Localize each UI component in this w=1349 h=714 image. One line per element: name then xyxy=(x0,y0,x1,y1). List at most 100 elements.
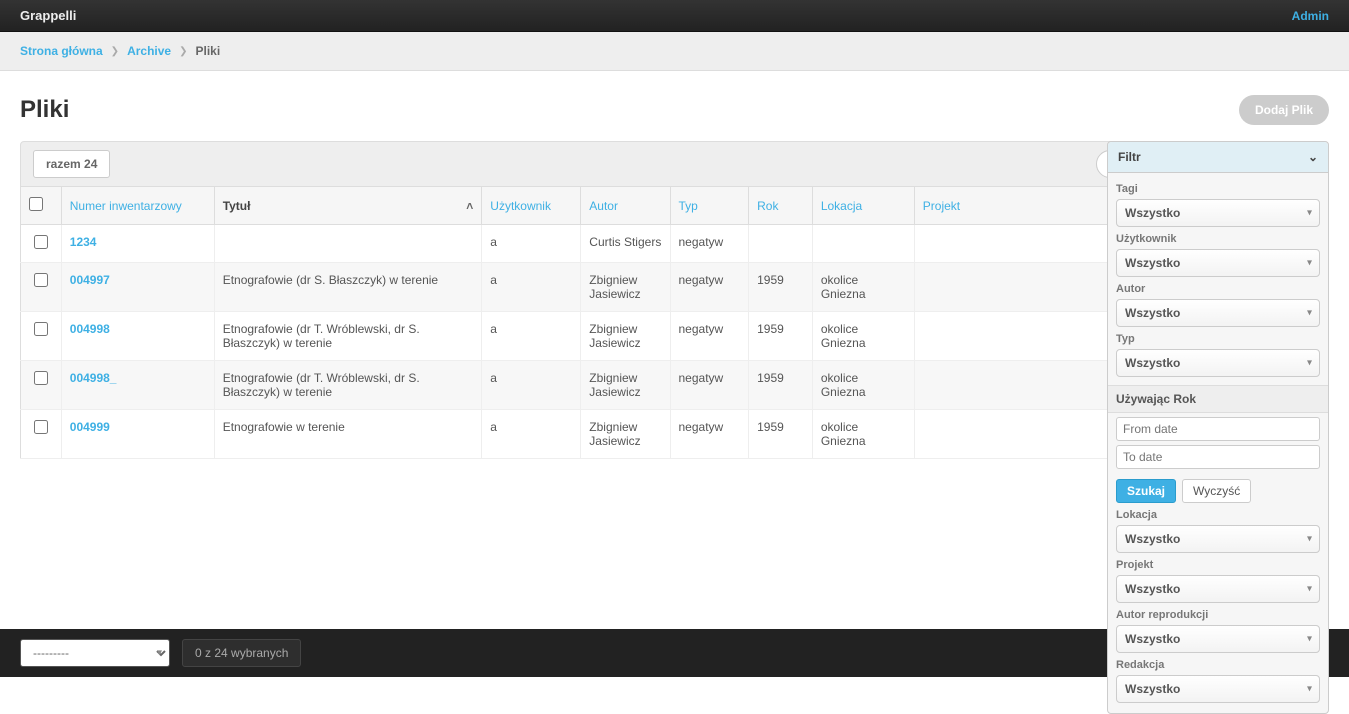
cell-author: Zbigniew Jasiewicz xyxy=(581,410,670,459)
col-typ[interactable]: Typ xyxy=(670,187,749,225)
row-checkbox-cell xyxy=(21,263,62,312)
cell-user: a xyxy=(482,312,581,361)
filter-panel: Filtr ⌄ Tagi Wszystko▾ Użytkownik Wszyst… xyxy=(1107,141,1329,714)
row-checkbox-cell xyxy=(21,312,62,361)
cell-typ: negatyw xyxy=(670,361,749,410)
cell-author: Curtis Stigers xyxy=(581,225,670,263)
cell-title xyxy=(214,225,482,263)
cell-lokacja xyxy=(812,225,914,263)
row-checkbox-cell xyxy=(21,225,62,263)
col-uzytkownik[interactable]: Użytkownik xyxy=(482,187,581,225)
cell-typ: negatyw xyxy=(670,410,749,459)
cell-author: Zbigniew Jasiewicz xyxy=(581,312,670,361)
select-all-header xyxy=(21,187,62,225)
filter-autor-select[interactable]: Wszystko xyxy=(1116,299,1320,327)
page-title: Pliki xyxy=(20,96,69,124)
admin-link[interactable]: Admin xyxy=(1292,9,1329,23)
filter-label-autor-reprodukcji: Autor reprodukcji xyxy=(1116,609,1320,621)
filter-to-date-input[interactable] xyxy=(1116,445,1320,469)
selection-status: 0 z 24 wybranych xyxy=(182,639,301,667)
cell-typ: negatyw xyxy=(670,225,749,263)
select-all-checkbox[interactable] xyxy=(29,197,43,211)
filter-from-date-input[interactable] xyxy=(1116,417,1320,441)
filter-redakcja-select[interactable]: Wszystko xyxy=(1116,675,1320,703)
inv-link[interactable]: 004997 xyxy=(70,273,110,287)
page-header: Pliki Dodaj Plik xyxy=(0,71,1349,141)
filter-projekt-select[interactable]: Wszystko xyxy=(1116,575,1320,603)
row-checkbox[interactable] xyxy=(34,273,48,287)
cell-inv: 004998_ xyxy=(61,361,214,410)
filter-label-uzytkownik: Użytkownik xyxy=(1116,233,1320,245)
filter-label-projekt: Projekt xyxy=(1116,559,1320,571)
breadcrumb: Strona główna ❯ Archive ❯ Pliki xyxy=(0,32,1349,71)
filter-clear-button[interactable]: Wyczyść xyxy=(1182,479,1251,503)
row-checkbox[interactable] xyxy=(34,322,48,336)
cell-rok: 1959 xyxy=(749,263,813,312)
cell-inv: 004998 xyxy=(61,312,214,361)
filter-typ-select[interactable]: Wszystko xyxy=(1116,349,1320,377)
col-tytul[interactable]: Tytuł˄ xyxy=(214,187,482,225)
cell-user: a xyxy=(482,263,581,312)
filter-uzytkownik-select[interactable]: Wszystko xyxy=(1116,249,1320,277)
cell-lokacja: okolice Gniezna xyxy=(812,361,914,410)
row-checkbox-cell xyxy=(21,361,62,410)
cell-inv: 1234 xyxy=(61,225,214,263)
cell-projekt xyxy=(914,410,1118,459)
filter-section-rok: Używając Rok xyxy=(1108,385,1328,413)
cell-lokacja: okolice Gniezna xyxy=(812,263,914,312)
filter-autor-repr-select[interactable]: Wszystko xyxy=(1116,625,1320,653)
cell-inv: 004999 xyxy=(61,410,214,459)
col-rok[interactable]: Rok xyxy=(749,187,813,225)
cell-user: a xyxy=(482,410,581,459)
row-checkbox-cell xyxy=(21,410,62,459)
filter-label-autor: Autor xyxy=(1116,283,1320,295)
filter-label-typ: Typ xyxy=(1116,333,1320,345)
col-autor[interactable]: Autor xyxy=(581,187,670,225)
topbar: Grappelli Admin xyxy=(0,0,1349,32)
inv-link[interactable]: 004998_ xyxy=(70,371,117,385)
filter-search-button[interactable]: Szukaj xyxy=(1116,479,1176,503)
bulk-action-select[interactable]: --------- xyxy=(20,639,170,667)
cell-typ: negatyw xyxy=(670,263,749,312)
breadcrumb-home[interactable]: Strona główna xyxy=(20,44,103,58)
inv-link[interactable]: 004999 xyxy=(70,420,110,434)
col-lokacja[interactable]: Lokacja xyxy=(812,187,914,225)
cell-author: Zbigniew Jasiewicz xyxy=(581,263,670,312)
cell-title: Etnografowie (dr T. Wróblewski, dr S. Bł… xyxy=(214,361,482,410)
filter-label-redakcja: Redakcja xyxy=(1116,659,1320,671)
filter-label-lokacja: Lokacja xyxy=(1116,509,1320,521)
cell-rok: 1959 xyxy=(749,361,813,410)
cell-inv: 004997 xyxy=(61,263,214,312)
add-file-button[interactable]: Dodaj Plik xyxy=(1239,95,1329,125)
brand-title: Grappelli xyxy=(20,8,76,23)
filter-lokacja-select[interactable]: Wszystko xyxy=(1116,525,1320,553)
filter-header[interactable]: Filtr ⌄ xyxy=(1108,142,1328,173)
filter-title: Filtr xyxy=(1118,150,1141,164)
cell-projekt xyxy=(914,225,1118,263)
cell-user: a xyxy=(482,225,581,263)
cell-rok: 1959 xyxy=(749,410,813,459)
chevron-down-icon: ⌄ xyxy=(1308,150,1318,164)
col-numer-inwentarzowy[interactable]: Numer inwentarzowy xyxy=(61,187,214,225)
total-count: razem 24 xyxy=(33,150,110,178)
col-projekt[interactable]: Projekt xyxy=(914,187,1118,225)
cell-rok xyxy=(749,225,813,263)
cell-title: Etnografowie w terenie xyxy=(214,410,482,459)
filter-tagi-select[interactable]: Wszystko xyxy=(1116,199,1320,227)
cell-lokacja: okolice Gniezna xyxy=(812,312,914,361)
row-checkbox[interactable] xyxy=(34,371,48,385)
chevron-right-icon: ❯ xyxy=(179,46,187,57)
cell-projekt xyxy=(914,361,1118,410)
sort-caret-icon: ˄ xyxy=(466,199,473,213)
cell-lokacja: okolice Gniezna xyxy=(812,410,914,459)
inv-link[interactable]: 004998 xyxy=(70,322,110,336)
filter-label-tagi: Tagi xyxy=(1116,183,1320,195)
cell-projekt xyxy=(914,263,1118,312)
inv-link[interactable]: 1234 xyxy=(70,235,97,249)
chevron-right-icon: ❯ xyxy=(111,46,119,57)
cell-title: Etnografowie (dr T. Wróblewski, dr S. Bł… xyxy=(214,312,482,361)
breadcrumb-archive[interactable]: Archive xyxy=(127,44,171,58)
cell-rok: 1959 xyxy=(749,312,813,361)
row-checkbox[interactable] xyxy=(34,235,48,249)
row-checkbox[interactable] xyxy=(34,420,48,434)
